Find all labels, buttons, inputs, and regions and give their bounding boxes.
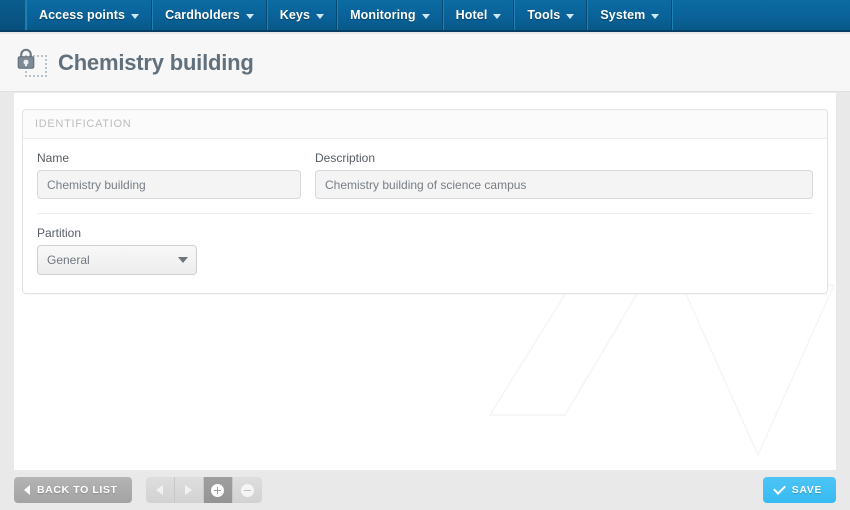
padlock-dotted-area-icon [16,48,50,78]
plus-circle-icon [211,483,225,497]
chevron-left-icon [156,485,164,495]
description-label: Description [315,151,376,165]
chevron-left-icon [24,485,30,495]
chevron-down-icon [651,13,660,19]
nav-item-label: Cardholders [165,8,240,22]
previous-record-button[interactable] [145,477,175,503]
chevron-down-icon [131,13,140,19]
chevron-down-icon [316,13,325,19]
nav-item-monitoring[interactable]: Monitoring [337,0,443,30]
chevron-down-icon [566,13,575,19]
description-field-group: Description [315,151,813,199]
partition-select[interactable]: General [37,245,197,275]
nav-empty-space [672,0,850,30]
nav-item-label: Access points [39,8,126,22]
nav-item-hotel[interactable]: Hotel [442,0,515,30]
panel-header: IDENTIFICATION [23,110,827,139]
check-icon [772,482,786,495]
back-to-list-button[interactable]: BACK TO LIST [14,477,132,503]
nav-item-label: Tools [527,8,561,22]
chevron-down-icon [245,13,254,19]
identification-panel: IDENTIFICATION Name Description [22,109,828,294]
record-pager-group [145,477,262,503]
minus-circle-icon [240,483,254,497]
next-record-button[interactable] [174,477,204,503]
nav-item-label: System [600,8,646,22]
main-navigation-bar: Access points Cardholders Keys Monitorin… [0,0,850,32]
nav-item-label: Keys [279,8,311,22]
panel-body: Name Description Partition Genera [23,139,827,293]
nav-item-tools[interactable]: Tools [514,0,588,30]
nav-item-keys[interactable]: Keys [266,0,338,30]
name-label: Name [37,151,70,165]
partition-row: Partition General [37,226,813,275]
nav-item-system[interactable]: System [587,0,673,30]
nav-left-edge [0,0,26,30]
name-field-group: Name [37,151,301,199]
padlock-icon [17,48,35,69]
chevron-down-icon [493,13,502,19]
save-button[interactable]: SAVE [762,477,836,503]
save-label: SAVE [791,484,822,496]
nav-item-label: Monitoring [350,8,416,22]
nav-item-label: Hotel [455,8,488,22]
add-record-button[interactable] [203,477,233,503]
nav-item-access-points[interactable]: Access points [26,0,153,30]
back-to-list-label: BACK TO LIST [37,484,118,496]
panel-heading-label: IDENTIFICATION [35,118,132,130]
name-input[interactable] [37,170,301,199]
section-divider [37,213,813,214]
description-input[interactable] [315,170,813,199]
page-header: Chemistry building [0,34,850,92]
nav-item-cardholders[interactable]: Cardholders [152,0,267,30]
partition-label: Partition [37,226,82,240]
application-window: Access points Cardholders Keys Monitorin… [0,0,850,510]
partition-field-group: Partition General [37,226,197,275]
name-description-row: Name Description [37,151,813,199]
footer-toolbar: BACK TO LIST SAVE [0,470,850,510]
page-title: Chemistry building [58,49,254,75]
partition-select-wrapper: General [37,245,197,275]
remove-record-button[interactable] [232,477,262,503]
chevron-down-icon [421,13,430,19]
content-area: IDENTIFICATION Name Description [0,93,850,470]
chevron-right-icon [185,485,193,495]
